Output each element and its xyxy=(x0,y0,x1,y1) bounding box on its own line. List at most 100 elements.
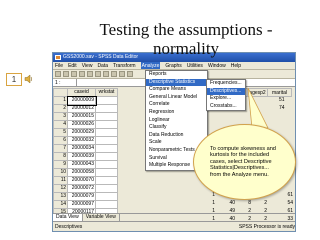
row-number[interactable]: 4 xyxy=(53,120,68,129)
cell-wrkstat[interactable] xyxy=(95,144,118,153)
submenu-crosstabs[interactable]: Crosstabs... xyxy=(207,103,245,111)
goto-chart-icon[interactable] xyxy=(103,71,109,77)
analyze-menu-data-reduction[interactable]: Data Reduction xyxy=(146,132,207,140)
cell-caseid[interactable]: 20000072 xyxy=(67,184,96,193)
row-number[interactable]: 7 xyxy=(53,144,68,153)
menu-edit[interactable]: Edit xyxy=(68,62,77,69)
cell-caseid[interactable]: 20000009 xyxy=(66,95,97,106)
cell-value[interactable]: 61 xyxy=(279,192,293,198)
cell-wrkstat[interactable] xyxy=(95,152,118,161)
menu-data[interactable]: Data xyxy=(97,62,108,69)
menu-transform[interactable]: Transform xyxy=(113,62,136,69)
analyze-menu-reports[interactable]: Reports xyxy=(146,71,207,79)
cell-caseid[interactable]: 20000034 xyxy=(67,144,96,153)
cell-caseid[interactable]: 20000012 xyxy=(67,104,96,113)
cell-caseid[interactable]: 20000058 xyxy=(67,168,96,177)
cell-value[interactable]: 1 xyxy=(201,208,215,214)
cell-value[interactable]: 2 xyxy=(253,216,267,222)
cell-caseid[interactable]: 20000015 xyxy=(67,112,96,121)
row-number[interactable]: 13 xyxy=(53,192,68,201)
analyze-menu-general-linear-model[interactable]: General Linear Model xyxy=(146,94,207,102)
cell-caseid[interactable]: 20000026 xyxy=(67,120,96,129)
cell-value[interactable]: 49 xyxy=(221,208,235,214)
top-right-value-2[interactable]: 74 xyxy=(279,105,285,111)
corner-cell[interactable] xyxy=(53,88,68,97)
cell-value[interactable]: 8 xyxy=(237,200,251,206)
cell-wrkstat[interactable] xyxy=(95,104,118,113)
save-icon[interactable] xyxy=(63,71,69,77)
cell-value[interactable]: 61 xyxy=(279,208,293,214)
row-number[interactable]: 12 xyxy=(53,184,68,193)
cell-wrkstat[interactable] xyxy=(95,112,118,121)
variables-icon[interactable] xyxy=(119,71,125,77)
cell-wrkstat[interactable] xyxy=(95,168,118,177)
cell-wrkstat[interactable] xyxy=(95,96,118,105)
cell-wrkstat[interactable] xyxy=(95,120,118,129)
cell-value[interactable]: 1 xyxy=(201,200,215,206)
top-right-value-1[interactable]: 51 xyxy=(279,97,285,103)
row-number[interactable]: 6 xyxy=(53,136,68,145)
row-number[interactable]: 2 xyxy=(53,104,68,113)
row-number[interactable]: 5 xyxy=(53,128,68,137)
cell-value[interactable]: 2 xyxy=(253,208,267,214)
tab-data-view[interactable]: Data View xyxy=(53,214,83,221)
menu-window[interactable]: Window xyxy=(208,62,226,69)
redo-icon[interactable] xyxy=(95,71,101,77)
row-number[interactable]: 11 xyxy=(53,176,68,185)
column-header-wrkstat[interactable]: wrkstat xyxy=(95,88,118,97)
analyze-menu-regression[interactable]: Regression xyxy=(146,109,207,117)
submenu-frequencies[interactable]: Frequencies... xyxy=(207,80,245,88)
cell-caseid[interactable]: 20000029 xyxy=(67,128,96,137)
cell-caseid[interactable]: 20000079 xyxy=(67,192,96,201)
submenu-explore[interactable]: Explore... xyxy=(207,95,245,103)
cell-value[interactable]: 2 xyxy=(237,216,251,222)
row-number[interactable]: 3 xyxy=(53,112,68,121)
dialog-recall-icon[interactable] xyxy=(79,71,85,77)
undo-icon[interactable] xyxy=(87,71,93,77)
cell-value[interactable]: 33 xyxy=(279,216,293,222)
cell-value[interactable]: 40 xyxy=(221,200,235,206)
submenu-descriptives[interactable]: Descriptives... xyxy=(207,87,245,96)
cell-caseid[interactable]: 20000097 xyxy=(67,200,96,209)
cell-wrkstat[interactable] xyxy=(95,184,118,193)
cell-wrkstat[interactable] xyxy=(95,136,118,145)
analyze-menu-correlate[interactable]: Correlate xyxy=(146,101,207,109)
cell-caseid[interactable]: 20000032 xyxy=(67,136,96,145)
menu-analyze[interactable]: Analyze xyxy=(140,62,161,69)
print-icon[interactable] xyxy=(71,71,77,77)
menu-utilities[interactable]: Utilities xyxy=(187,62,203,69)
find-icon[interactable] xyxy=(127,71,133,77)
menu-view[interactable]: View xyxy=(82,62,93,69)
menu-file[interactable]: File xyxy=(55,62,63,69)
cell-caseid[interactable]: 20000043 xyxy=(67,160,96,169)
cell-wrkstat[interactable] xyxy=(95,128,118,137)
cell-value[interactable]: 54 xyxy=(279,200,293,206)
cell-caseid[interactable]: 20000039 xyxy=(67,152,96,161)
cell-wrkstat[interactable] xyxy=(95,176,118,185)
column-header-marital[interactable]: marital xyxy=(267,88,292,97)
cell-value[interactable]: 2 xyxy=(237,208,251,214)
cell-value[interactable]: 1 xyxy=(201,216,215,222)
row-number[interactable]: 8 xyxy=(53,152,68,161)
menu-graphs[interactable]: Graphs xyxy=(165,62,181,69)
analyze-menu-classify[interactable]: Classify xyxy=(146,124,207,132)
cell-value[interactable]: 2 xyxy=(253,200,267,206)
row-number[interactable]: 10 xyxy=(53,168,68,177)
cell-value[interactable]: 1 xyxy=(201,192,215,198)
speaker-icon[interactable] xyxy=(24,74,34,84)
goto-case-icon[interactable] xyxy=(111,71,117,77)
row-number[interactable]: 9 xyxy=(53,160,68,169)
tab-variable-view[interactable]: Variable View xyxy=(83,214,120,221)
analyze-menu-loglinear[interactable]: Loglinear xyxy=(146,117,207,125)
cell-wrkstat[interactable] xyxy=(95,192,118,201)
analyze-menu-descriptive-statistics[interactable]: Descriptive Statistics xyxy=(146,78,207,87)
row-number[interactable]: 14 xyxy=(53,200,68,209)
cell-value[interactable]: 40 xyxy=(221,216,235,222)
column-header-caseid[interactable]: caseid xyxy=(67,88,96,97)
menu-help[interactable]: Help xyxy=(231,62,241,69)
row-number[interactable]: 1 xyxy=(53,96,68,105)
cell-wrkstat[interactable] xyxy=(95,200,118,209)
cell-caseid[interactable]: 20000070 xyxy=(67,176,96,185)
analyze-menu-compare-means[interactable]: Compare Means xyxy=(146,86,207,94)
cell-wrkstat[interactable] xyxy=(95,160,118,169)
